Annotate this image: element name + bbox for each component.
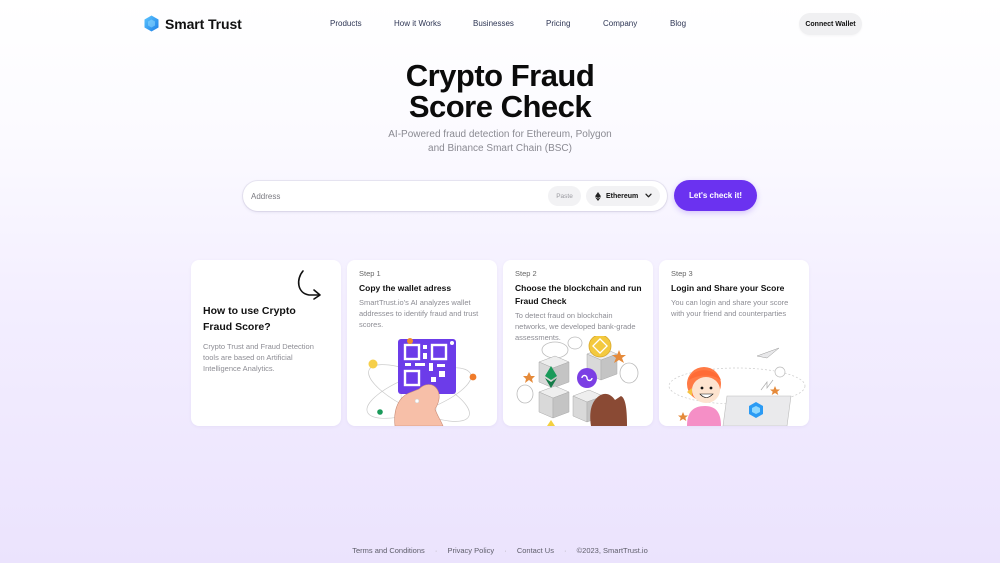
step-label: Step 2 [515,269,537,278]
star-icon [678,412,688,421]
separator: · [564,546,567,555]
nav-businesses[interactable]: Businesses [473,19,514,28]
subtitle-line-1: AI-Powered fraud detection for Ethereum,… [388,129,612,140]
page-subtitle: AI-Powered fraud detection for Ethereum,… [0,128,1000,155]
step-label: Step 3 [671,269,693,278]
step-card-3: Step 3 Login and Share your Score You ca… [659,260,809,426]
nav-how-it-works[interactable]: How it Works [394,19,441,28]
qr-code-hand-illustration [366,338,477,426]
intro-title: How to use Crypto Fraud Score? [203,305,296,333]
connect-wallet-button[interactable]: Connect Wallet [799,13,862,35]
contact-link[interactable]: Contact Us [517,546,554,555]
nav-blog[interactable]: Blog [670,19,686,28]
orange-dot [469,373,477,381]
paper-plane-icon [756,347,780,359]
step-description: SmartTrust.io's AI analyzes wallet addre… [359,298,479,329]
cube [538,385,570,419]
page-title: Crypto Fraud Score Check [0,60,1000,122]
step-title: Choose the blockchain and run Fraud Chec… [515,283,642,306]
separator: · [504,546,507,555]
chevron-down-icon [645,193,652,198]
blockchain-select[interactable]: Ethereum [586,186,660,206]
intro-description: Crypto Trust and Fraud Detection tools a… [203,342,314,373]
paste-button[interactable]: Paste [548,186,581,206]
subtitle-line-2: and Binance Smart Chain (BSC) [428,142,572,154]
address-input[interactable] [251,187,541,205]
separator: · [434,546,438,555]
how-to-use-card: How to use Crypto Fraud Score? Crypto Tr… [191,260,341,426]
star-icon [523,372,535,383]
girl-laptop-illustration [668,347,806,426]
blockchain-cubes-illustration [516,336,639,426]
footer: Terms and Conditions · Privacy Policy · … [0,546,1000,555]
orange-dot [407,338,413,344]
green-dot [377,409,383,415]
copyright: ©2023, SmartTrust.io [576,546,648,555]
step-title: Login and Share your Score [671,283,785,293]
star-icon [770,386,780,395]
ethereum-icon [595,191,601,201]
yellow-dot [368,359,378,369]
address-search-bar: Paste Ethereum [243,181,667,211]
nav-company[interactable]: Company [603,19,637,28]
curved-arrow-icon [297,270,321,300]
step-card-1: Step 1 Copy the wallet adress SmartTrust… [347,260,497,426]
step-description: You can login and share your score with … [671,298,789,318]
nav-pricing[interactable]: Pricing [546,19,570,28]
nav-products[interactable]: Products [330,19,362,28]
privacy-link[interactable]: Privacy Policy [447,546,494,555]
header: Smart Trust Products How it Works Busine… [0,0,1000,48]
title-line-2: Score Check [408,89,592,124]
title-line-1: Crypto Fraud [405,58,595,93]
step-label: Step 1 [359,269,381,278]
step-title: Copy the wallet adress [359,283,452,293]
terms-link[interactable]: Terms and Conditions [352,546,425,555]
selected-chain: Ethereum [606,192,639,200]
check-button[interactable]: Let's check it! [674,180,757,211]
step-card-2: Step 2 Choose the blockchain and run Fra… [503,260,653,426]
